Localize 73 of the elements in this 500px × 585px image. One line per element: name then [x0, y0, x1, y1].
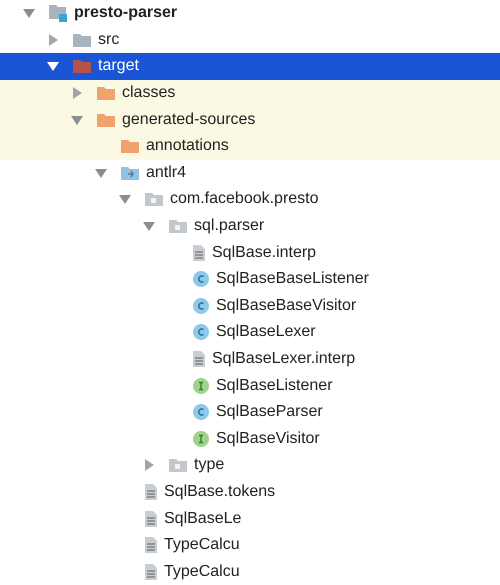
collapsed-arrow-icon[interactable]: [46, 32, 60, 47]
folder-icon: [96, 85, 116, 102]
tree-label: TypeCalcu: [164, 535, 240, 556]
folder-icon: [72, 58, 92, 74]
tree-label: SqlBaseLe: [164, 508, 242, 529]
tree-row[interactable]: com.facebook.presto: [0, 186, 500, 213]
text-file-icon: [144, 562, 158, 581]
tree-label: SqlBase.interp: [212, 242, 316, 263]
tree-row[interactable]: SqlBaseBaseVisitor: [0, 292, 500, 320]
tree-row[interactable]: SqlBaseLe: [0, 505, 500, 532]
tree-label: SqlBaseLexer: [216, 322, 316, 342]
tree-row[interactable]: TypeCalcu: [0, 532, 500, 558]
tree-row[interactable]: presto-parser: [0, 0, 500, 27]
interface-icon: [192, 376, 210, 395]
tree-row[interactable]: SqlBaseListener: [0, 372, 500, 399]
tree-row[interactable]: TypeCalcu: [0, 558, 500, 585]
tree-label: presto-parser: [74, 3, 178, 24]
tree-row[interactable]: target: [0, 53, 500, 80]
tree-row[interactable]: antlr4: [0, 160, 500, 186]
tree-label: annotations: [146, 136, 229, 156]
text-file-icon: [192, 244, 206, 262]
text-file-icon: [192, 350, 206, 368]
expanded-arrow-icon[interactable]: [46, 59, 60, 74]
collapsed-arrow-icon[interactable]: [70, 86, 84, 100]
folder-icon: [72, 32, 92, 48]
tree-label: SqlBaseLexer.interp: [212, 349, 356, 370]
tree-row[interactable]: SqlBaseVisitor: [0, 426, 500, 452]
class-icon: [192, 270, 210, 288]
tree-row[interactable]: classes: [0, 80, 500, 106]
tree-label: generated-sources: [122, 110, 256, 130]
tree-row[interactable]: SqlBaseParser: [0, 398, 500, 426]
text-file-icon: [144, 536, 158, 554]
tree-label: antlr4: [146, 162, 186, 183]
class-icon: [192, 323, 210, 342]
expanded-arrow-icon[interactable]: [118, 192, 132, 206]
expanded-arrow-icon[interactable]: [22, 6, 36, 20]
text-file-icon: [144, 510, 158, 528]
folder-icon: [120, 138, 140, 154]
tree-row[interactable]: type: [0, 452, 500, 479]
tree-row[interactable]: SqlBase.interp: [0, 239, 500, 266]
module-icon: [48, 4, 68, 22]
class-icon: [192, 296, 210, 315]
tree-label: type: [194, 455, 224, 476]
tree-label: sql.parser: [194, 216, 264, 236]
tree-label: SqlBaseVisitor: [216, 428, 320, 449]
tree-row[interactable]: sql.parser: [0, 212, 500, 240]
tree-label: SqlBaseBaseVisitor: [216, 296, 356, 316]
tree-row[interactable]: annotations: [0, 132, 500, 160]
tree-label: src: [98, 30, 120, 50]
package-icon: [168, 218, 188, 234]
tree-row[interactable]: SqlBaseLexer: [0, 319, 500, 346]
tree-label: SqlBase.tokens: [164, 482, 276, 502]
tree-row[interactable]: SqlBaseLexer.interp: [0, 346, 500, 372]
tree-label: SqlBaseBaseListener: [216, 269, 369, 290]
package-icon: [168, 457, 188, 474]
tree-label: TypeCalcu: [164, 562, 240, 582]
tree-label: SqlBaseParser: [216, 402, 323, 422]
folder-icon: [96, 112, 116, 128]
package-icon: [144, 191, 164, 208]
tree-label: SqlBaseListener: [216, 376, 333, 396]
tree-label: com.facebook.presto: [170, 189, 319, 210]
text-file-icon: [144, 482, 158, 501]
tree-row[interactable]: src: [0, 26, 500, 54]
expanded-arrow-icon[interactable]: [142, 219, 156, 234]
tree-row[interactable]: SqlBaseBaseListener: [0, 266, 500, 293]
tree-row[interactable]: generated-sources: [0, 106, 500, 133]
collapsed-arrow-icon[interactable]: [142, 458, 156, 472]
class-icon: [192, 403, 210, 422]
source-folder-icon: [120, 164, 140, 181]
tree-label: classes: [122, 83, 176, 104]
tree-row[interactable]: SqlBase.tokens: [0, 478, 500, 506]
tree-label: target: [98, 56, 139, 76]
interface-icon: [192, 430, 210, 448]
